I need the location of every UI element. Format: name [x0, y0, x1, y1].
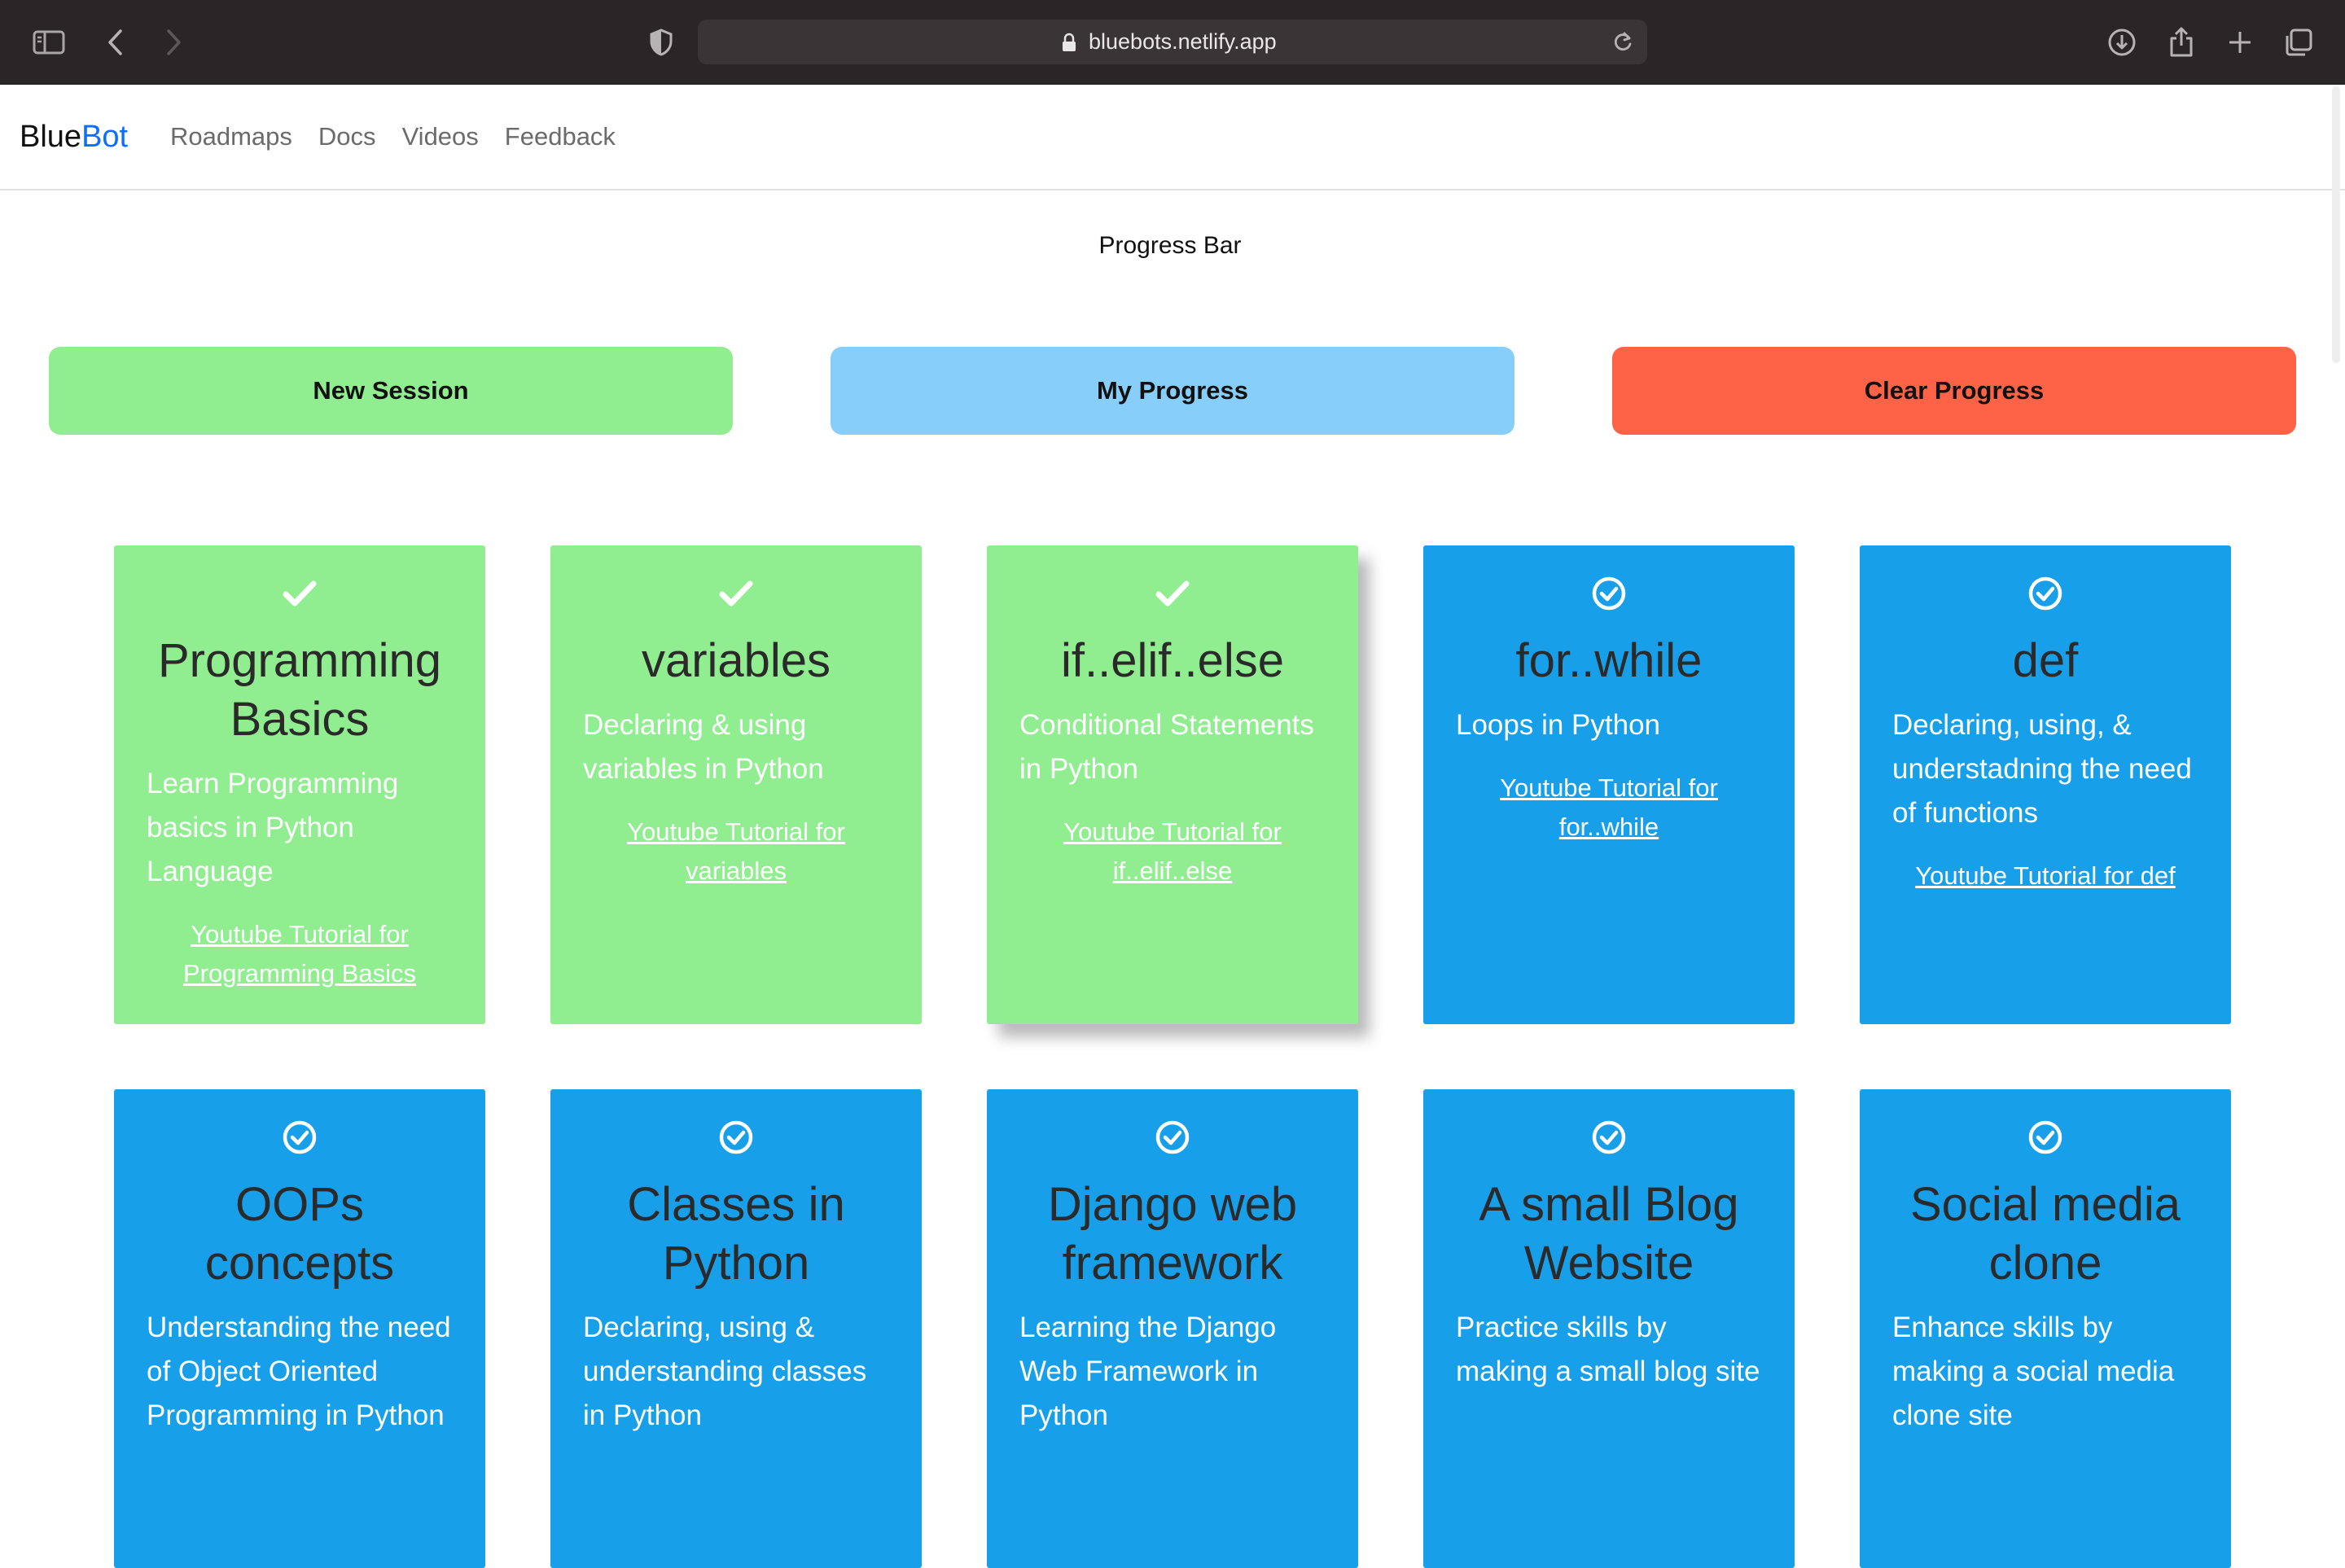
new-tab-icon[interactable]: [2224, 26, 2256, 59]
topic-card[interactable]: for..while Loops in Python Youtube Tutoria…: [1423, 545, 1795, 1024]
reload-icon[interactable]: [1611, 30, 1634, 55]
card-description: Learning the Django Web Framework in Pyt…: [1019, 1312, 1277, 1431]
card-description: Understanding the need of Object Oriente…: [147, 1312, 451, 1431]
check-circle-icon[interactable]: [147, 1120, 453, 1154]
check-icon[interactable]: [147, 576, 453, 611]
address-bar[interactable]: bluebots.netlify.app: [698, 20, 1647, 64]
check-circle-icon[interactable]: [583, 1120, 889, 1154]
card-tutorial-link[interactable]: Youtube Tutorial for if..elif..else: [1019, 812, 1326, 891]
back-icon[interactable]: [99, 26, 132, 59]
forward-icon[interactable]: [157, 26, 190, 59]
page-scrollbar[interactable]: [2332, 86, 2340, 363]
card-description: Declaring & using variables in Python: [583, 709, 824, 785]
share-icon[interactable]: [2165, 26, 2198, 59]
check-icon[interactable]: [583, 576, 889, 611]
check-circle-icon[interactable]: [1019, 1120, 1326, 1154]
card-title: Django web framework: [1047, 1178, 1298, 1290]
tab-overview-icon[interactable]: [2282, 26, 2315, 59]
lock-icon: [1061, 33, 1077, 52]
nav-link-docs[interactable]: Docs: [318, 122, 376, 151]
topic-card[interactable]: Classes in Python Declaring, using & unde…: [550, 1089, 922, 1568]
nav-links: Roadmaps Docs Videos Feedback: [170, 85, 642, 189]
brand-name-bot: Bot: [81, 120, 129, 154]
check-circle-icon[interactable]: [1892, 1120, 2198, 1154]
topic-card[interactable]: A small Blog Website Practice skills by m…: [1423, 1089, 1795, 1568]
topic-card[interactable]: Social media clone Enhance skills by maki…: [1860, 1089, 2231, 1568]
topic-card-grid: Programming Basics Learn Programming basi…: [114, 545, 2231, 1568]
topic-card[interactable]: OOPs concepts Understanding the need of O…: [114, 1089, 485, 1568]
nav-link-videos[interactable]: Videos: [402, 122, 479, 151]
check-circle-icon[interactable]: [1456, 1120, 1762, 1154]
privacy-shield-icon[interactable]: [645, 26, 677, 59]
card-description: Enhance skills by making a social media …: [1892, 1312, 2175, 1431]
card-title: A small Blog Website: [1479, 1178, 1739, 1290]
check-icon[interactable]: [1019, 576, 1326, 611]
topic-card[interactable]: Programming Basics Learn Programming basi…: [114, 545, 485, 1024]
card-description: Declaring, using, & understadning the ne…: [1892, 709, 2192, 829]
card-description: Practice skills by making a small blog s…: [1456, 1312, 1760, 1387]
card-tutorial-link[interactable]: Youtube Tutorial for Programming Basics: [147, 915, 453, 993]
card-title: Classes in Python: [627, 1178, 845, 1290]
card-description: Declaring, using & understanding classes…: [583, 1312, 867, 1431]
card-title: if..elif..else: [1061, 634, 1284, 687]
new-session-button[interactable]: New Session: [49, 347, 733, 435]
card-description: Learn Programming basics in Python Langu…: [147, 768, 399, 887]
browser-toolbar: bluebots.netlify.app: [0, 0, 2345, 85]
topic-card[interactable]: if..elif..else Conditional Statements in …: [987, 545, 1358, 1024]
downloads-icon[interactable]: [2106, 26, 2138, 59]
card-title: Social media clone: [1909, 1178, 2181, 1290]
card-title: Programming Basics: [157, 634, 442, 746]
url-text: bluebots.netlify.app: [1089, 29, 1277, 54]
card-title: for..while: [1515, 634, 1703, 687]
my-progress-button[interactable]: My Progress: [831, 347, 1514, 435]
card-title: variables: [641, 634, 831, 687]
nav-link-feedback[interactable]: Feedback: [505, 122, 616, 151]
topic-card[interactable]: variables Declaring & using variables in …: [550, 545, 922, 1024]
card-description: Loops in Python: [1456, 709, 1661, 741]
site-navbar: BlueBot Roadmaps Docs Videos Feedback: [0, 85, 2345, 191]
topic-card[interactable]: Django web framework Learning the Django …: [987, 1089, 1358, 1568]
card-title: def: [2012, 634, 2079, 687]
card-description: Conditional Statements in Python: [1019, 709, 1314, 785]
sidebar-toggle-icon[interactable]: [33, 26, 65, 59]
card-tutorial-link[interactable]: Youtube Tutorial for for..while: [1456, 769, 1762, 847]
card-tutorial-link[interactable]: Youtube Tutorial for variables: [583, 812, 889, 891]
card-tutorial-link[interactable]: Youtube Tutorial for def: [1892, 856, 2198, 896]
card-title: OOPs concepts: [204, 1178, 395, 1290]
check-circle-icon[interactable]: [1456, 576, 1762, 611]
brand-name-blue: Blue: [20, 120, 82, 154]
nav-link-roadmaps[interactable]: Roadmaps: [170, 122, 292, 151]
brand-logo[interactable]: BlueBot: [20, 85, 128, 189]
topic-card[interactable]: def Declaring, using, & understadning the…: [1860, 545, 2231, 1024]
progress-bar-label: Progress Bar: [1098, 232, 1242, 259]
clear-progress-button[interactable]: Clear Progress: [1612, 347, 2296, 435]
check-circle-icon[interactable]: [1892, 576, 2198, 611]
